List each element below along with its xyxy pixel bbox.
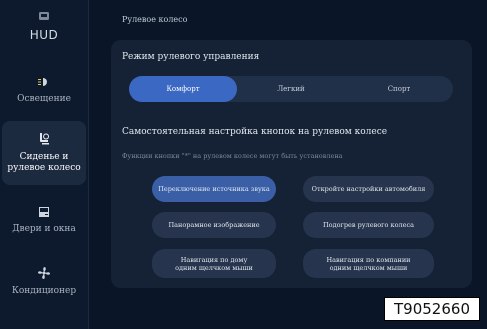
figure-code-label: T9052660 — [384, 297, 480, 321]
sidebar-item-seat-steering[interactable]: Сиденье и рулевое колесо — [2, 121, 86, 185]
key-nav-work-button[interactable]: Навигация по компании одним щелчком мыши — [303, 249, 434, 278]
mode-option-comfort[interactable]: Комфорт — [129, 76, 237, 102]
sidebar-item-lighting[interactable]: Освещение — [2, 66, 86, 114]
steering-mode-selector: Комфорт Легкий Спорт — [129, 76, 453, 102]
sidebar-item-label: Кондиционер — [11, 285, 77, 296]
infotainment-screen: HUD Освещение Сиденье и рулевое колесо Д… — [0, 0, 487, 329]
key-button-label: Навигация по дому одним щелчком мыши — [175, 255, 253, 272]
door-icon — [39, 206, 49, 217]
key-vehicle-settings-button[interactable]: Откройте настройки автомобиля — [303, 176, 434, 202]
key-panoramic-view-button[interactable]: Панорамное изображение — [152, 212, 276, 238]
page-title: Рулевое колесо — [122, 15, 188, 24]
key-button-label: Навигация по компании одним щелчком мыши — [326, 255, 411, 272]
custom-keys-note: Функции кнопки "*" на рулевом колесе мог… — [122, 152, 343, 160]
light-icon — [38, 77, 47, 86]
key-audio-source-button[interactable]: Переключение источника звука — [152, 176, 276, 202]
key-nav-home-button[interactable]: Навигация по дому одним щелчком мыши — [152, 249, 276, 278]
key-steering-heat-button[interactable]: Подогрев рулевого колеса — [303, 212, 434, 238]
sidebar-divider — [88, 0, 89, 329]
steering-mode-title: Режим рулевого управления — [122, 52, 260, 62]
custom-keys-title: Самостоятельная настройка кнопок на руле… — [122, 127, 388, 137]
sidebar-item-doors-windows[interactable]: Двери и окна — [2, 196, 86, 244]
sidebar-item-label: Освещение — [17, 93, 71, 104]
sidebar-item-label: HUD — [29, 27, 59, 42]
sidebar-item-hud[interactable]: HUD — [2, 0, 86, 52]
mode-option-sport[interactable]: Спорт — [345, 76, 453, 102]
key-button-label: Панорамное изображение — [168, 221, 260, 229]
hud-icon — [39, 11, 49, 20]
sidebar-item-label: Сиденье и рулевое колесо — [7, 152, 81, 173]
mode-option-light[interactable]: Легкий — [237, 76, 345, 102]
key-button-label: Переключение источника звука — [158, 185, 270, 193]
fan-icon — [38, 266, 50, 279]
key-button-label: Откройте настройки автомобиля — [311, 185, 426, 193]
sidebar-item-label: Двери и окна — [12, 223, 76, 234]
key-button-label: Подогрев рулевого колеса — [322, 221, 415, 229]
seat-icon — [40, 133, 50, 145]
settings-sidebar: HUD Освещение Сиденье и рулевое колесо Д… — [0, 0, 88, 329]
sidebar-item-climate[interactable]: Кондиционер — [2, 257, 86, 305]
